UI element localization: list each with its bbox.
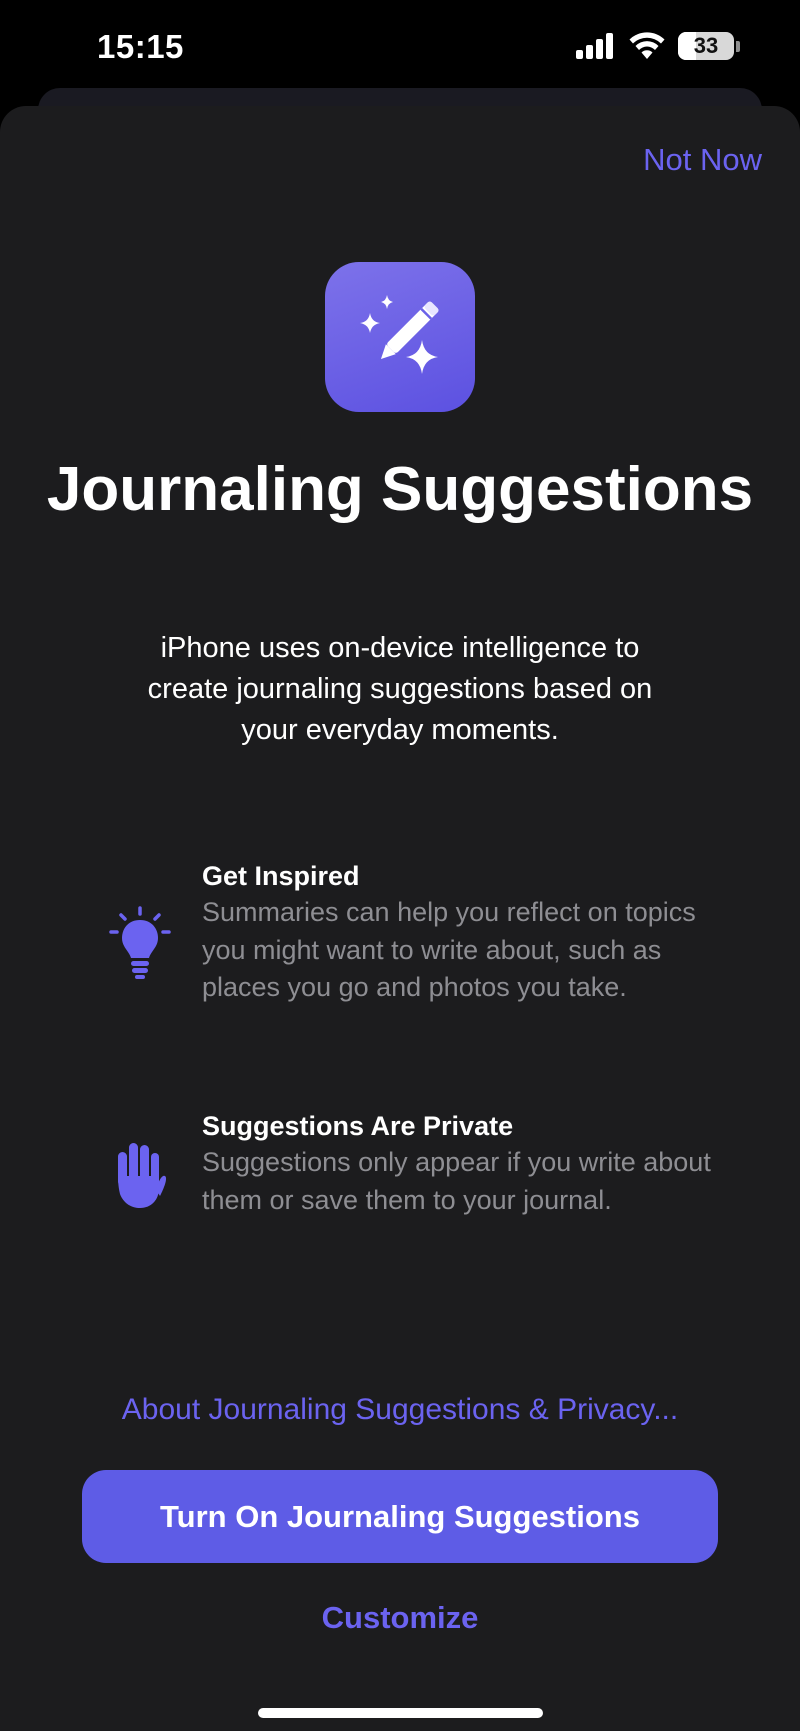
home-indicator[interactable]: [258, 1708, 543, 1718]
battery-tip: [736, 40, 740, 52]
journaling-suggestions-app-icon: [325, 262, 475, 412]
feature-text: Suggestions Are Private Suggestions only…: [202, 1108, 722, 1219]
feature-title: Get Inspired: [202, 861, 360, 891]
battery-icon: 33: [678, 32, 734, 60]
raised-hand-icon: [100, 1140, 180, 1210]
feature-text: Get Inspired Summaries can help you refl…: [202, 858, 722, 1007]
feature-description: Summaries can help you reflect on topics…: [202, 897, 696, 1002]
page-title: Journaling Suggestions: [46, 455, 754, 524]
status-time: 15:15: [97, 28, 184, 65]
turn-on-suggestions-button[interactable]: Turn On Journaling Suggestions: [82, 1470, 718, 1563]
lightbulb-icon: [100, 906, 180, 982]
cellular-signal-icon: [576, 33, 616, 59]
pencil-sparkles-icon: [350, 285, 450, 390]
status-icons: 33: [576, 32, 740, 60]
feature-title: Suggestions Are Private: [202, 1111, 514, 1141]
not-now-button[interactable]: Not Now: [643, 142, 762, 178]
battery-percentage: 33: [693, 33, 719, 58]
feature-description: Suggestions only appear if you write abo…: [202, 1147, 711, 1215]
status-bar: 15:15 33: [0, 0, 800, 100]
privacy-link[interactable]: About Journaling Suggestions & Privacy..…: [0, 1393, 800, 1427]
customize-button[interactable]: Customize: [0, 1600, 800, 1636]
battery-indicator: 33: [678, 32, 740, 60]
page-subtitle: iPhone uses on-device intelligence to cr…: [147, 632, 653, 746]
wifi-icon: [628, 32, 666, 60]
